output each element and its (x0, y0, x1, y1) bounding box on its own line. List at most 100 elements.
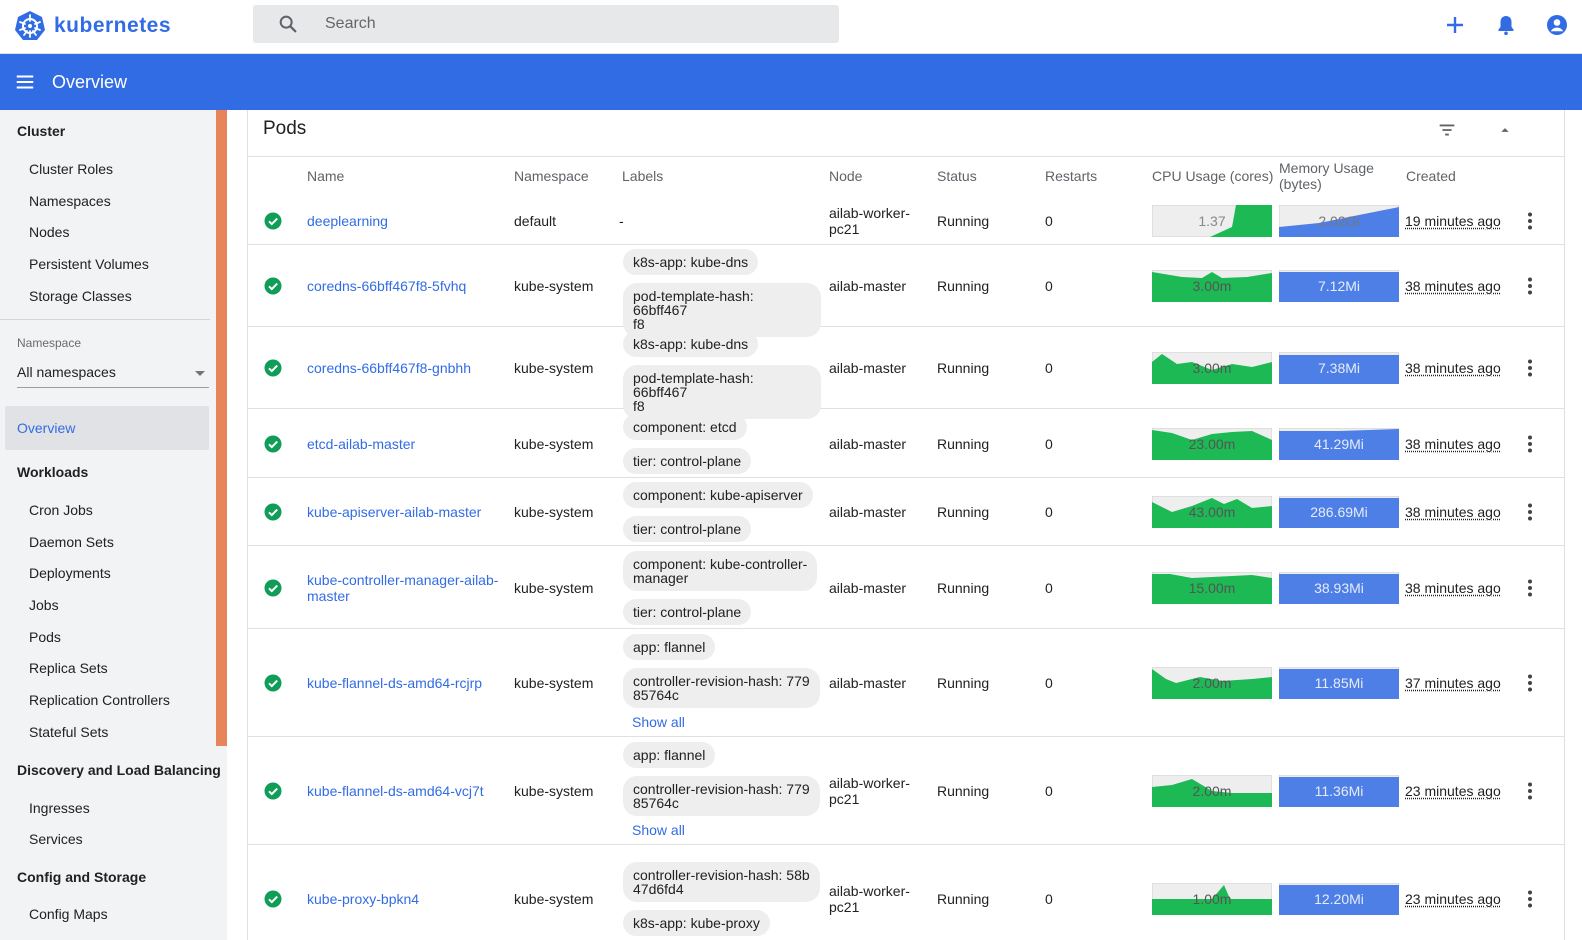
memory-sparkline-value: 2.02Gi (1318, 212, 1360, 229)
column-header-memory: Memory Usage (bytes) (1279, 160, 1374, 192)
show-all-link[interactable]: Show all (632, 822, 685, 838)
pod-restarts: 0 (1045, 579, 1053, 596)
column-header-restarts[interactable]: Restarts (1045, 168, 1097, 184)
pod-name-link[interactable]: etcd-ailab-master (307, 436, 415, 452)
memory-sparkline-value: 7.12Mi (1317, 278, 1361, 294)
more-vert-icon[interactable] (1520, 889, 1540, 909)
pod-restarts: 0 (1045, 504, 1053, 520)
pod-name-link[interactable]: kube-flannel-ds-amd64-rcjrp (307, 675, 482, 691)
pod-name-link[interactable]: deeplearning (307, 213, 388, 229)
namespace-select[interactable]: All namespaces (17, 364, 209, 388)
sidebar-item-daemon-sets[interactable]: Daemon Sets (29, 534, 114, 550)
pod-name[interactable]: kube-flannel-ds-amd64-rcjrp (307, 675, 482, 691)
notifications-button[interactable] (1480, 0, 1531, 50)
more-vert-icon[interactable] (1520, 781, 1540, 801)
pod-name-link[interactable]: kube-flannel-ds-amd64-vcj7t (307, 783, 484, 799)
pod-name[interactable]: kube-flannel-ds-amd64-vcj7t (307, 783, 484, 799)
memory-sparkline-value: 41.29Mi (1314, 435, 1364, 452)
sidebar-item-deployments[interactable]: Deployments (29, 565, 111, 581)
check-circle-icon (264, 435, 282, 452)
pod-namespace: kube-system (514, 579, 594, 596)
sidebar-item-cluster-roles[interactable]: Cluster Roles (29, 161, 113, 177)
column-header-labels: Labels (622, 168, 664, 184)
table-row: kube-controller-manager-ailab- master kub… (248, 546, 1564, 629)
sidebar-item-pods[interactable]: Pods (29, 629, 61, 645)
pod-status: Running (937, 783, 990, 799)
column-header-name[interactable]: Name (307, 168, 344, 184)
table-row: kube-flannel-ds-amd64-rcjrp kube-system ai… (248, 629, 1564, 737)
search-input[interactable] (325, 15, 805, 33)
menu-button[interactable] (0, 54, 50, 110)
more-vert-icon[interactable] (1520, 358, 1540, 378)
pod-name[interactable]: deeplearning (307, 213, 388, 229)
check-circle-icon (264, 674, 282, 692)
column-header-created[interactable]: Created (1406, 168, 1456, 184)
sidebar-heading-discovery[interactable]: Discovery and Load Balancing (17, 762, 221, 778)
pod-name[interactable]: coredns-66bff467f8-5fvhq (307, 278, 466, 294)
sidebar-scrollbar[interactable] (216, 110, 227, 746)
sidebar-heading-workloads[interactable]: Workloads (17, 464, 88, 480)
pod-name-link[interactable]: kube-apiserver-ailab-master (307, 504, 481, 520)
pod-name-link[interactable]: coredns-66bff467f8-5fvhq (307, 278, 466, 294)
label-chip: controller-revision-hash: 58b 47d6fd4 (623, 862, 820, 902)
more-vert-icon[interactable] (1520, 211, 1540, 231)
pod-name-link[interactable]: kube-controller-manager-ailab- master (307, 572, 498, 604)
table-row: kube-apiserver-ailab-master kube-system ai… (248, 478, 1564, 546)
sidebar-item-config-maps[interactable]: Config Maps (29, 906, 108, 922)
search-icon (279, 15, 297, 33)
more-vert-icon[interactable] (1520, 276, 1540, 296)
sidebar-item-jobs[interactable]: Jobs (29, 597, 59, 613)
collapse-button[interactable] (1476, 118, 1534, 142)
pod-status: Running (937, 435, 990, 452)
sidebar-item-replication-controllers[interactable]: Replication Controllers (29, 692, 170, 708)
pod-namespace: kube-system (514, 783, 594, 799)
pod-restarts: 0 (1045, 212, 1053, 229)
pod-restarts: 0 (1045, 783, 1053, 799)
sidebar-item-storage-classes[interactable]: Storage Classes (29, 288, 132, 304)
sidebar-item-services[interactable]: Services (29, 831, 83, 847)
pods-card: Pods Name Namespace Labels Node Status R… (247, 110, 1565, 940)
pod-status: Running (937, 278, 990, 294)
sidebar-item-persistent-volumes[interactable]: Persistent Volumes (29, 256, 149, 272)
column-header-namespace[interactable]: Namespace (514, 168, 589, 184)
pod-name[interactable]: kube-controller-manager-ailab- master (307, 572, 498, 604)
account-button[interactable] (1531, 0, 1582, 50)
check-circle-icon (264, 579, 282, 596)
sidebar-item-namespaces[interactable]: Namespaces (29, 193, 111, 209)
more-vert-icon[interactable] (1520, 673, 1540, 693)
sidebar-item-ingresses[interactable]: Ingresses (29, 800, 90, 816)
pod-name[interactable]: coredns-66bff467f8-gnbhh (307, 360, 471, 376)
cpu-sparkline-value: 1.37 (1198, 212, 1226, 229)
create-button[interactable] (1429, 0, 1480, 50)
pod-node: ailab-worker- pc21 (829, 775, 910, 807)
sidebar-item-stateful-sets[interactable]: Stateful Sets (29, 724, 108, 740)
pod-name[interactable]: etcd-ailab-master (307, 436, 415, 452)
pod-namespace: kube-system (514, 504, 594, 520)
pod-name-link[interactable]: kube-proxy-bpkn4 (307, 891, 419, 907)
pod-namespace: kube-system (514, 278, 594, 294)
sidebar-item-replica-sets[interactable]: Replica Sets (29, 660, 108, 676)
pod-restarts: 0 (1045, 360, 1053, 376)
sidebar-item-nodes[interactable]: Nodes (29, 224, 69, 240)
logo[interactable]: kubernetes (14, 8, 171, 44)
sidebar-heading-config-storage[interactable]: Config and Storage (17, 869, 146, 885)
sidebar-heading-cluster[interactable]: Cluster (17, 123, 65, 139)
pod-created: 38 minutes ago (1405, 360, 1501, 376)
more-vert-icon[interactable] (1520, 578, 1540, 598)
filter-button[interactable] (1418, 118, 1476, 142)
sidebar-item-cron-jobs[interactable]: Cron Jobs (29, 502, 93, 518)
pod-name[interactable]: kube-proxy-bpkn4 (307, 891, 419, 907)
column-header-status[interactable]: Status (937, 168, 977, 184)
table-row: coredns-66bff467f8-5fvhq kube-system ailab… (248, 245, 1564, 337)
show-all-link[interactable]: Show all (632, 714, 685, 730)
column-header-node[interactable]: Node (829, 168, 862, 184)
pod-name[interactable]: kube-apiserver-ailab-master (307, 504, 481, 520)
sidebar-item-overview[interactable]: Overview (5, 406, 209, 450)
pod-created: 38 minutes ago (1405, 435, 1501, 452)
more-vert-icon[interactable] (1520, 434, 1540, 454)
pod-status: Running (937, 212, 990, 229)
more-vert-icon[interactable] (1520, 502, 1540, 522)
pod-name-link[interactable]: coredns-66bff467f8-gnbhh (307, 360, 471, 376)
search-bar[interactable] (253, 5, 839, 43)
pod-status: Running (937, 675, 990, 691)
